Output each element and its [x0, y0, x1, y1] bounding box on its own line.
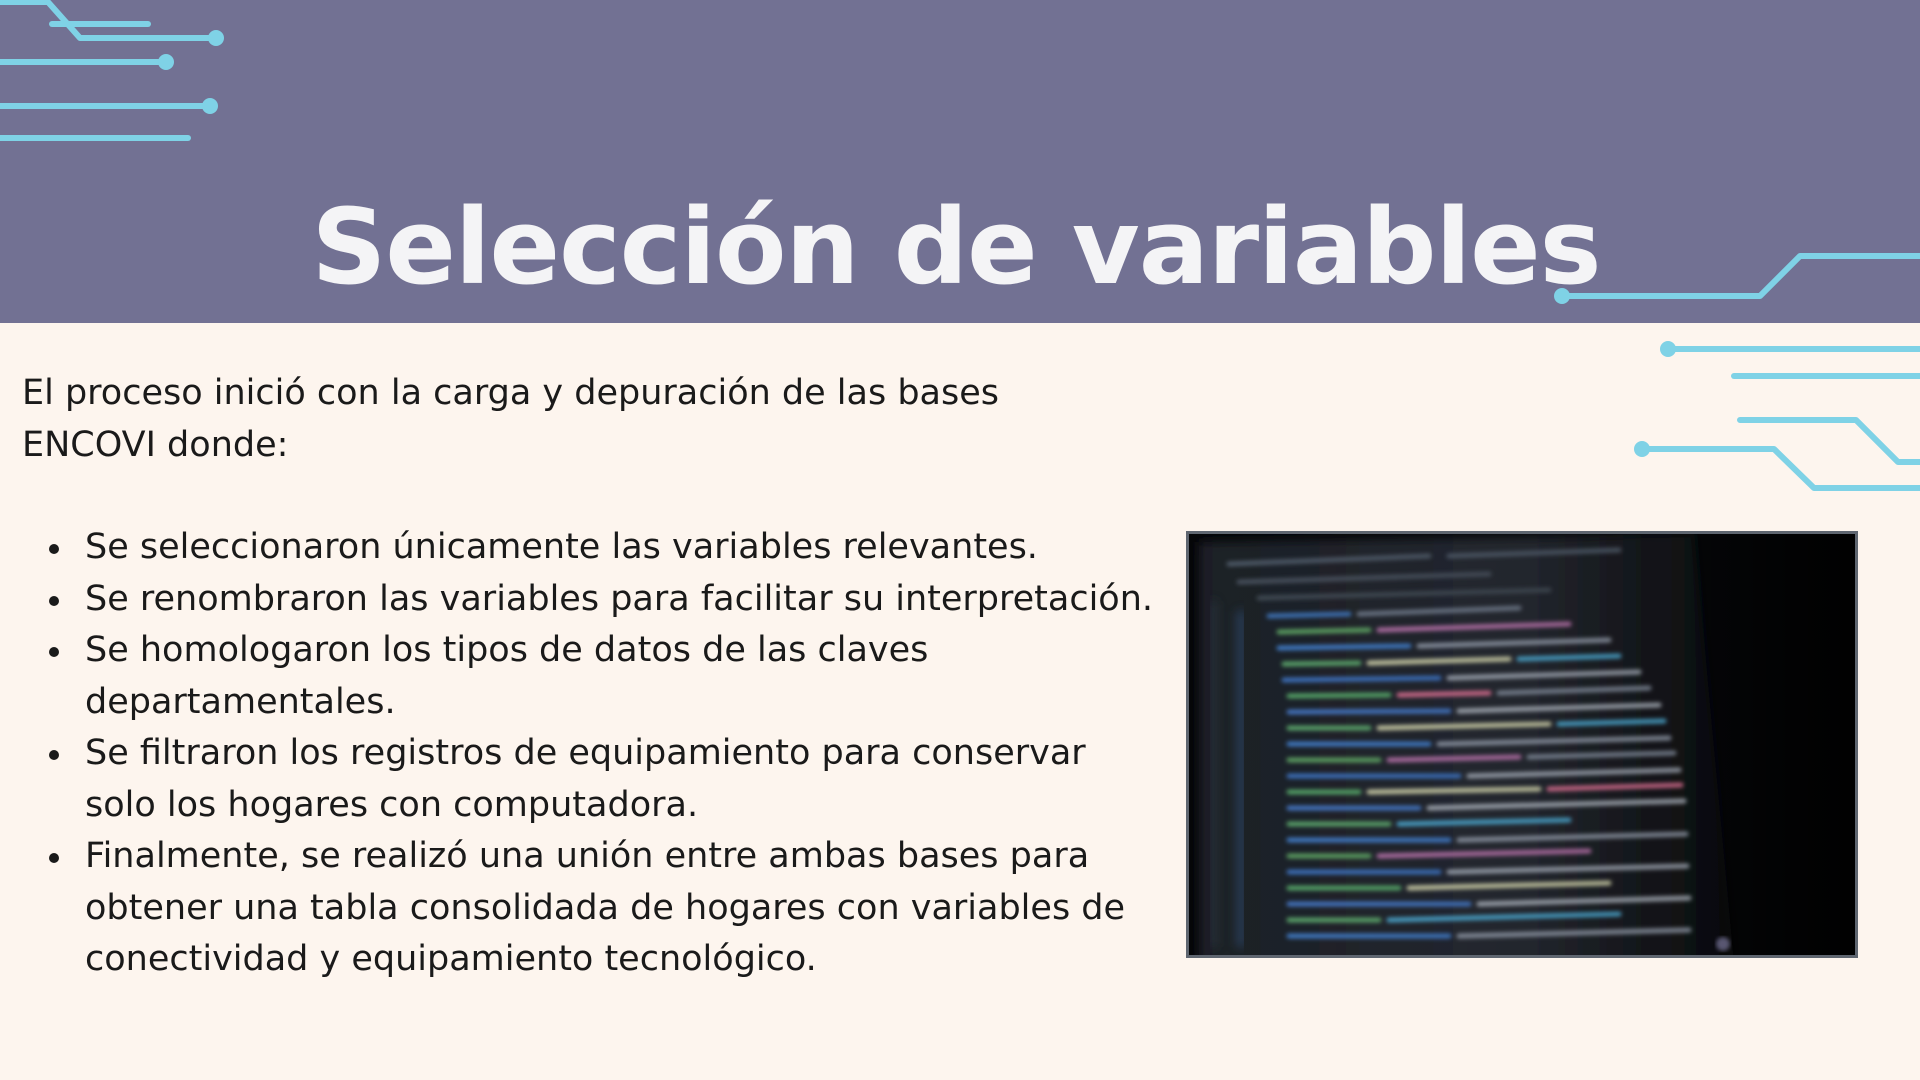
list-item: Se filtraron los registros de equipamien…: [22, 728, 1162, 831]
bullet-icon: [49, 595, 59, 606]
code-screen-icon: [1189, 534, 1855, 955]
list-item: Se seleccionaron únicamente las variable…: [22, 522, 1162, 574]
bullet-icon: [49, 853, 59, 863]
list-item-text: Se homologaron los tipos de datos de las…: [85, 630, 929, 722]
bullet-icon: [49, 544, 59, 554]
list-item: Finalmente, se realizó una unión entre a…: [22, 831, 1162, 986]
circuit-node: [1660, 341, 1676, 357]
list-item-text: Se renombraron las variables para facili…: [85, 578, 1154, 619]
bullet-icon: [49, 750, 59, 760]
circuit-line: [1639, 446, 1920, 491]
bullet-list: Se seleccionaron únicamente las variable…: [22, 522, 1162, 986]
bullet-icon: [49, 647, 59, 657]
list-item-text: Se filtraron los registros de equipamien…: [85, 733, 1086, 825]
body-text: El proceso inició con la carga y depurac…: [22, 368, 1162, 986]
list-item-text: Finalmente, se realizó una unión entre a…: [85, 836, 1126, 979]
page-title: Selección de variables: [311, 185, 1601, 308]
list-item: Se homologaron los tipos de datos de las…: [22, 625, 1162, 728]
list-item-text: Se seleccionaron únicamente las variable…: [85, 527, 1038, 567]
circuit-line: [1737, 417, 1920, 465]
list-item: Se renombraron las variables para facili…: [22, 574, 1162, 626]
code-screen-photo: [1186, 531, 1858, 958]
intro-paragraph: El proceso inició con la carga y depurac…: [22, 373, 1000, 465]
circuit-node: [1634, 441, 1650, 457]
